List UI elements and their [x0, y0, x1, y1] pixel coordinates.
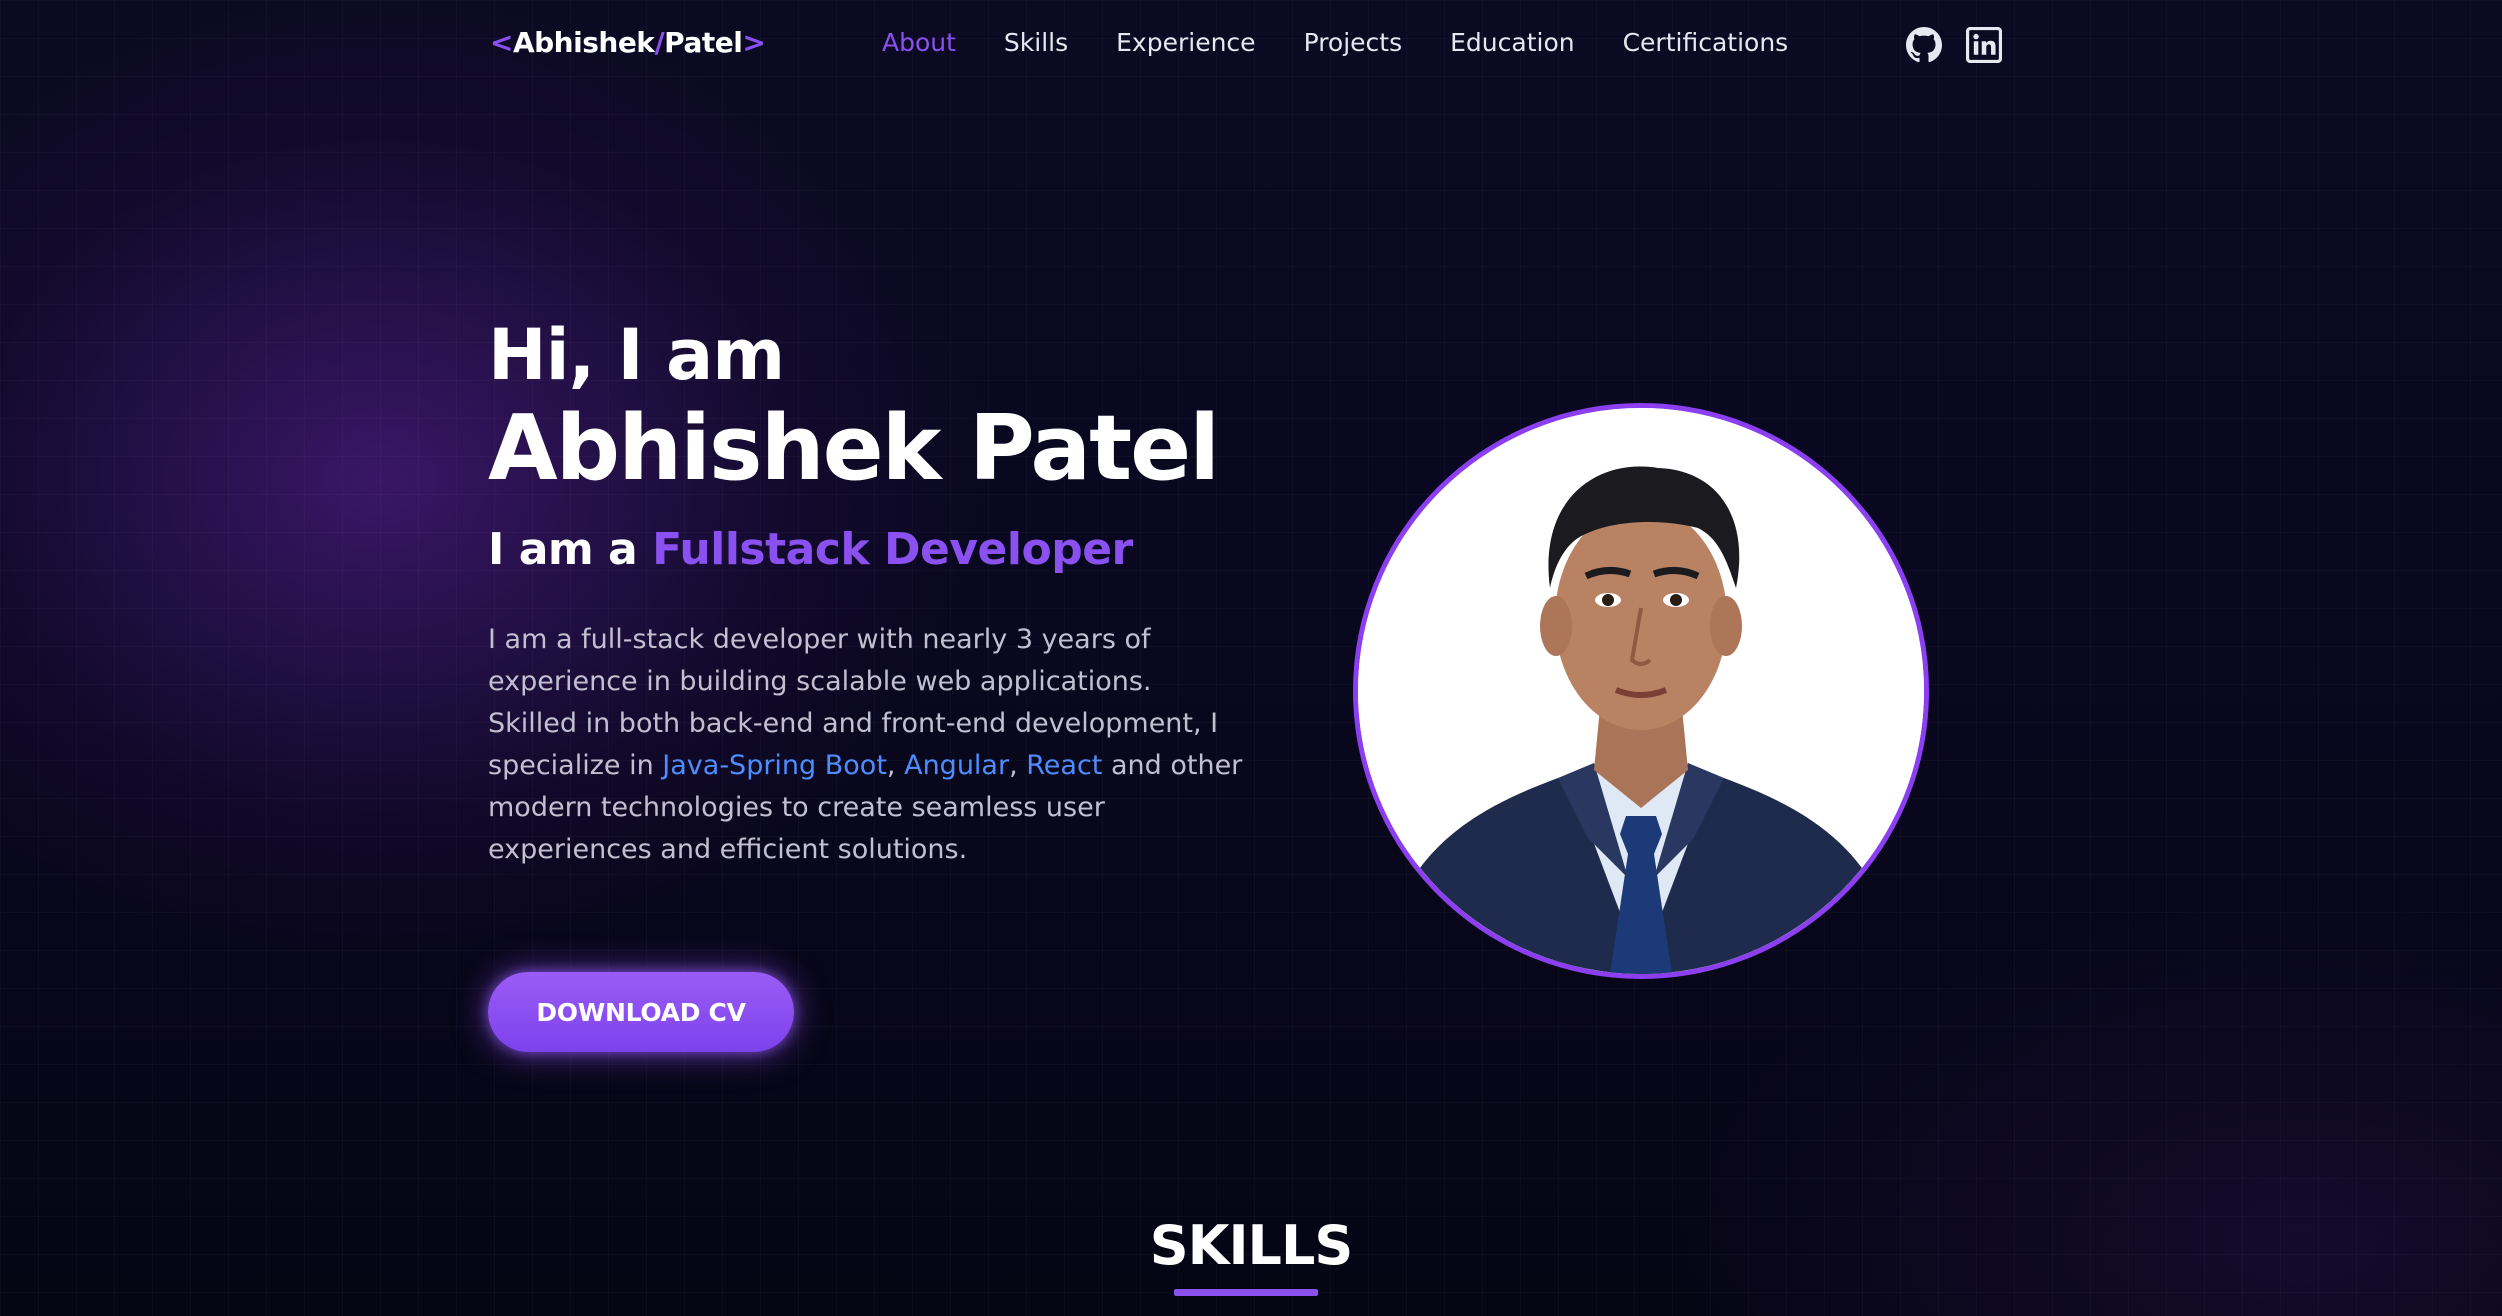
- linkedin-icon-svg: [1965, 26, 2003, 64]
- nav-links: About Skills Experience Projects Educati…: [882, 28, 1836, 57]
- github-icon-svg: [1906, 27, 1942, 63]
- nav-item-experience[interactable]: Experience: [1116, 28, 1255, 57]
- top-navbar: <Abhishek/Patel> About Skills Experience…: [0, 0, 2502, 92]
- hero-role: I am a Fullstack Developer: [488, 524, 1268, 575]
- tech-link-spring-boot[interactable]: Java-Spring Boot: [662, 750, 887, 781]
- logo-last-name: Patel: [664, 26, 743, 59]
- nav-item-education[interactable]: Education: [1450, 28, 1574, 57]
- profile-photo: [1353, 403, 1929, 979]
- skills-heading-underline: [1174, 1289, 1318, 1296]
- tech-link-react[interactable]: React: [1026, 750, 1102, 781]
- nav-item-about[interactable]: About: [882, 28, 956, 57]
- desc-sep1: ,: [886, 750, 905, 781]
- role-prefix: I am a: [488, 524, 653, 575]
- logo-close-bracket: >: [742, 26, 766, 59]
- role-title: Fullstack Developer: [652, 524, 1133, 575]
- nav-item-projects[interactable]: Projects: [1304, 28, 1403, 57]
- hero-name: Abhishek Patel: [488, 396, 1220, 501]
- nav-item-skills[interactable]: Skills: [1004, 28, 1068, 57]
- profile-photo-illustration: [1358, 408, 1924, 974]
- linkedin-icon[interactable]: [1965, 26, 2003, 64]
- skills-heading: SKILLS: [1149, 1214, 1354, 1277]
- tech-link-angular[interactable]: Angular: [904, 750, 1009, 781]
- site-logo[interactable]: <Abhishek/Patel>: [490, 26, 766, 59]
- desc-sep2: ,: [1009, 750, 1027, 781]
- hero-section: Hi, I am Abhishek Patel I am a Fullstack…: [488, 320, 1268, 871]
- hero-description: I am a full-stack developer with nearly …: [488, 619, 1248, 871]
- logo-open-bracket: <: [490, 26, 513, 59]
- nav-item-certifications[interactable]: Certifications: [1623, 28, 1789, 57]
- hero-greeting: Hi, I am: [488, 314, 785, 396]
- download-cv-button[interactable]: DOWNLOAD CV: [488, 972, 794, 1052]
- github-icon[interactable]: [1906, 27, 1942, 63]
- logo-slash: /: [654, 26, 665, 59]
- logo-first-name: Abhishek: [512, 26, 655, 59]
